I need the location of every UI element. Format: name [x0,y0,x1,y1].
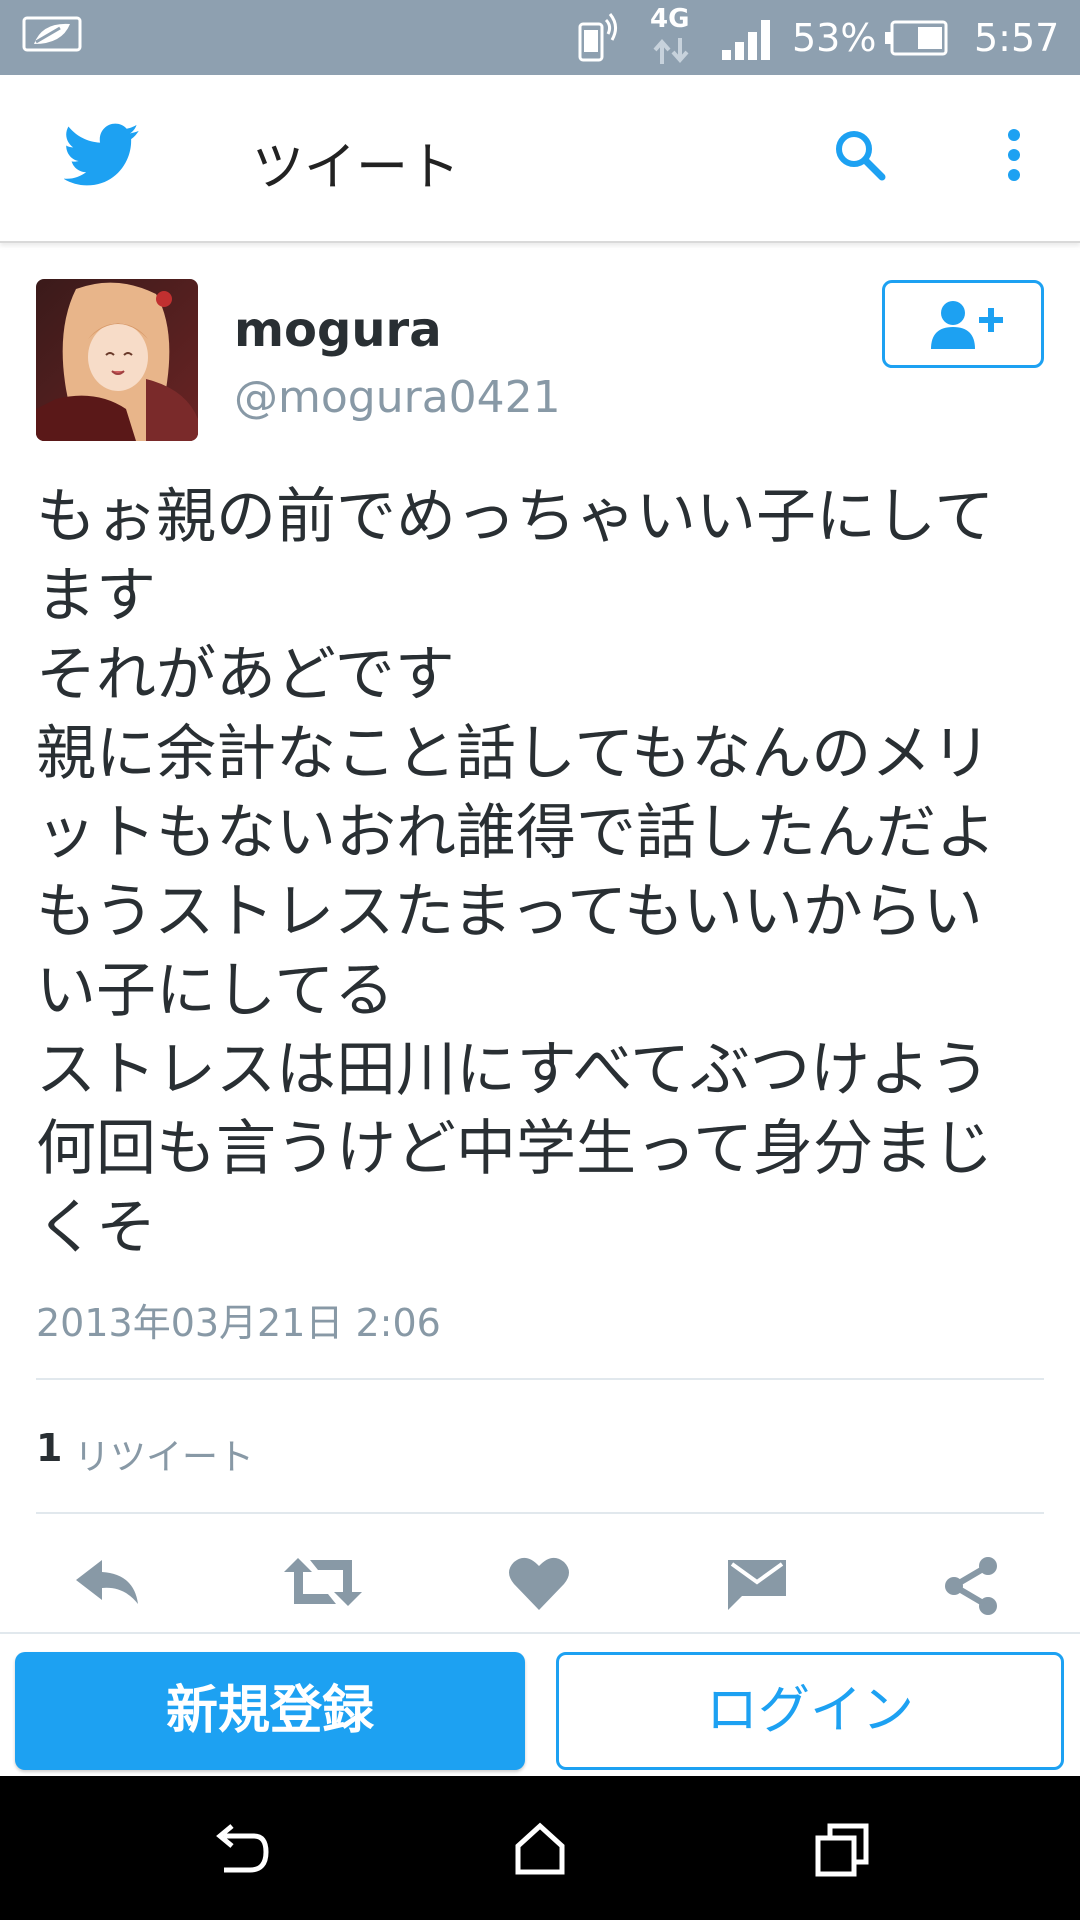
login-button[interactable]: ログイン [556,1652,1064,1770]
retweet-label[interactable]: リツイート [74,1428,254,1480]
tweet-text-line: もぉ親の前でめっちゃいい子にして [36,482,995,552]
battery-percent: 53% [792,16,877,60]
twitter-bird-icon[interactable] [63,123,140,191]
tweet-text: もぉ親の前でめっちゃいい子にして ます それがあどです 親に余計なこと話してもな… [36,478,1046,1268]
tweet-text-line: い子にしてる [36,956,395,1026]
avatar[interactable] [36,279,198,441]
follow-button[interactable] [882,280,1044,368]
tweet-text-line: 何回も言うけど中学生って身分まじ [36,1114,993,1184]
user-handle[interactable]: @mogura0421 [234,372,561,423]
tweet-text-line: ます [36,561,156,631]
search-icon[interactable] [832,127,888,187]
share-icon[interactable] [942,1556,1002,1620]
data-arrows-icon [652,36,692,70]
tweet-text-line: ットもないおれ誰得で話したんだよ [36,798,996,868]
status-bar: 4G 53% 5:57 [0,0,1080,75]
user-name[interactable]: mogura [234,302,442,358]
home-icon[interactable] [512,1822,568,1882]
vibrate-phone-icon [576,10,620,68]
page-title: ツイート [252,138,461,198]
tweet-text-line: くそ [36,1193,156,1263]
back-icon[interactable] [210,1822,270,1882]
divider [36,1378,1044,1380]
signup-button[interactable]: 新規登録 [15,1652,525,1770]
tweet-text-line: 親に余計なこと話してもなんのメリ [36,719,992,789]
recents-icon[interactable] [814,1822,870,1882]
divider [36,1512,1044,1514]
app-bar: ツイート [0,75,1080,243]
tweet-date: 2013年03月21日 2:06 [36,1301,441,1345]
tweet-text-line: それがあどです [36,640,455,710]
auth-bar: 新規登録 ログイン [0,1632,1080,1776]
notification-leaf-icon [22,14,84,58]
tweet-text-line: ストレスは田川にすべてぶつけよう [36,1035,990,1105]
network-type: 4G [650,4,690,34]
add-user-icon [931,301,1003,349]
battery-icon [884,18,950,62]
message-icon[interactable] [726,1556,788,1616]
retweet-count[interactable]: 1 [36,1426,62,1470]
reply-icon[interactable] [72,1556,144,1612]
system-nav-bar [0,1776,1080,1920]
like-icon[interactable] [508,1556,570,1616]
more-vert-icon[interactable] [1004,127,1024,187]
clock: 5:57 [974,16,1060,60]
retweet-icon[interactable] [282,1556,364,1612]
tweet-text-line: もうストレスたまってもいいからい [36,877,983,947]
signal-icon [720,18,776,64]
